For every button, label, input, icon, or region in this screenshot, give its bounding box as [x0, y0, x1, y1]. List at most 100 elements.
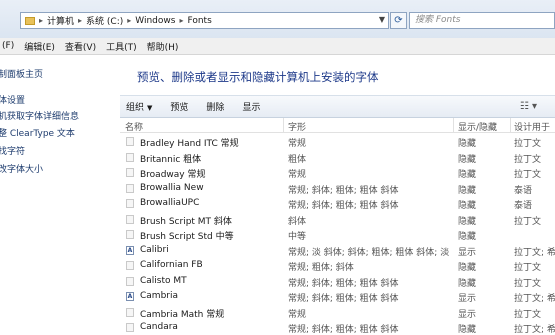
- font-row[interactable]: Cambria Math 常规 常规 显示 拉丁文: [120, 305, 555, 320]
- font-name: Calisto MT: [140, 275, 187, 286]
- font-file-icon: [126, 152, 134, 162]
- breadcrumb-system-drive[interactable]: 系统 (C:): [86, 14, 123, 27]
- font-name: Californian FB: [140, 260, 203, 270]
- font-visibility: 隐藏: [458, 232, 477, 242]
- font-row[interactable]: Bradley Hand ITC 常规 常规 隐藏 拉丁文: [120, 134, 555, 149]
- font-designed-for: 拉丁文; 希腊: [514, 247, 555, 258]
- font-style: 常规: [288, 309, 307, 320]
- nav-get-font-info[interactable]: 机获取字体详细信息: [0, 109, 79, 122]
- search-input[interactable]: 搜索 Fonts: [409, 12, 555, 29]
- truetype-font-icon: A: [126, 292, 134, 301]
- menu-view[interactable]: 查看(V): [60, 40, 101, 53]
- font-style: 常规; 淡 斜体; 斜体; 粗体; 粗体 斜体; 淡: [288, 247, 450, 258]
- truetype-font-icon: A: [126, 245, 134, 255]
- view-options-icon[interactable]: ☷ ▾: [520, 101, 537, 112]
- folder-icon: [25, 16, 35, 25]
- nav-find-character[interactable]: 找字符: [0, 144, 25, 157]
- font-designed-for: 拉丁文: [514, 154, 542, 165]
- breadcrumb-windows[interactable]: Windows: [135, 16, 175, 26]
- font-style: 中等: [288, 232, 307, 242]
- font-style: 常规: [288, 170, 307, 180]
- font-visibility: 隐藏: [458, 216, 477, 227]
- font-designed-for: 拉丁文: [514, 278, 542, 289]
- menu-tools[interactable]: 工具(T): [101, 40, 142, 53]
- chevron-right-icon[interactable]: ▸: [39, 16, 43, 25]
- font-row[interactable]: Britannic 粗体 粗体 隐藏 拉丁文: [120, 150, 555, 165]
- column-header-name[interactable]: 名称: [125, 120, 143, 133]
- font-row[interactable]: BrowalliaUPC 常规; 斜体; 粗体; 粗体 斜体 隐藏 泰语: [120, 196, 555, 211]
- column-divider[interactable]: [510, 118, 511, 132]
- page-title: 预览、删除或者显示和隐藏计算机上安装的字体: [137, 70, 379, 84]
- font-designed-for: 拉丁文; 希腊: [514, 325, 555, 335]
- chevron-right-icon[interactable]: ▸: [127, 16, 131, 25]
- column-divider[interactable]: [283, 118, 284, 132]
- font-designed-for: 拉丁文: [514, 170, 542, 180]
- organize-button[interactable]: 组织 ▼: [120, 100, 161, 113]
- nav-font-settings[interactable]: 体设置: [0, 93, 25, 106]
- font-row[interactable]: Candara 常规; 斜体; 粗体; 粗体 斜体 隐藏 拉丁文; 希腊: [120, 320, 555, 335]
- chevron-right-icon[interactable]: ▸: [179, 16, 183, 25]
- address-bar-area: ▸ 计算机 ▸ 系统 (C:) ▸ Windows ▸ Fonts ▼ ⟳ 搜索…: [0, 0, 555, 39]
- command-bar: 组织 ▼ 预览 删除 显示 ☷ ▾: [120, 95, 555, 118]
- font-row[interactable]: A Calibri 常规; 淡 斜体; 斜体; 粗体; 粗体 斜体; 淡显示 拉丁文;…: [120, 243, 555, 258]
- font-style: 常规; 斜体; 粗体; 粗体 斜体: [288, 201, 399, 211]
- font-name: Broadway 常规: [140, 170, 206, 180]
- breadcrumb-fonts[interactable]: Fonts: [187, 16, 211, 26]
- font-name: Cambria: [140, 291, 178, 301]
- font-row[interactable]: Brush Script Std 中等 中等 隐藏: [120, 227, 555, 242]
- address-bar[interactable]: ▸ 计算机 ▸ 系统 (C:) ▸ Windows ▸ Fonts ▼: [20, 12, 389, 29]
- delete-button[interactable]: 删除: [197, 100, 233, 113]
- font-file-icon: [126, 276, 134, 286]
- menu-help[interactable]: 帮助(H): [142, 40, 184, 53]
- font-name: Candara: [140, 322, 178, 332]
- font-name: Calibri: [140, 244, 169, 255]
- caret-down-icon: ▼: [147, 104, 153, 112]
- column-header-style[interactable]: 字形: [288, 120, 306, 133]
- font-name: Cambria Math 常规: [140, 309, 225, 320]
- font-row[interactable]: A Cambria 常规; 斜体; 粗体; 粗体 斜体 显示 拉丁文; 希腊: [120, 289, 555, 304]
- menu-edit[interactable]: 编辑(E): [19, 40, 60, 53]
- font-row[interactable]: Brush Script MT 斜体 斜体 隐藏 拉丁文: [120, 212, 555, 227]
- font-file-icon: [126, 307, 134, 317]
- preview-button[interactable]: 预览: [161, 100, 197, 113]
- font-row[interactable]: Broadway 常规 常规 隐藏 拉丁文: [120, 165, 555, 180]
- main-content: 预览、删除或者显示和隐藏计算机上安装的字体 组织 ▼ 预览 删除 显示 ☷ ▾ 名…: [120, 55, 555, 335]
- font-visibility: 隐藏: [458, 139, 477, 149]
- font-row[interactable]: Browallia New 常规; 斜体; 粗体; 粗体 斜体 隐藏 泰语: [120, 181, 555, 196]
- font-designed-for: 拉丁文; 希腊: [514, 294, 555, 304]
- font-file-icon: [126, 230, 134, 239]
- breadcrumb-computer[interactable]: 计算机: [47, 14, 74, 27]
- font-row[interactable]: Calisto MT 常规; 斜体; 粗体; 粗体 斜体 隐藏 拉丁文: [120, 274, 555, 289]
- font-visibility: 隐藏: [458, 325, 477, 335]
- font-row[interactable]: Californian FB 常规; 粗体; 斜体 隐藏 拉丁文: [120, 258, 555, 273]
- chevron-down-icon[interactable]: ▼: [379, 15, 385, 24]
- refresh-icon: ⟳: [394, 15, 403, 26]
- column-header-visibility[interactable]: 显示/隐藏: [458, 120, 497, 133]
- font-designed-for: 泰语: [514, 201, 533, 211]
- nav-cleartype[interactable]: 整 ClearType 文本: [0, 126, 75, 139]
- font-name: Brush Script MT 斜体: [140, 216, 232, 227]
- menu-file[interactable]: (F): [0, 41, 19, 51]
- nav-change-font-size[interactable]: 改字体大小: [0, 162, 43, 175]
- refresh-button[interactable]: ⟳: [390, 12, 407, 29]
- organize-label: 组织: [126, 103, 145, 113]
- font-designed-for: 拉丁文: [514, 263, 542, 273]
- column-headers: 名称 字形 显示/隐藏 设计用于: [120, 118, 555, 133]
- show-button[interactable]: 显示: [233, 100, 269, 113]
- font-designed-for: 拉丁文: [514, 139, 542, 149]
- nav-control-panel-home[interactable]: 制面板主页: [0, 67, 43, 80]
- font-visibility: 隐藏: [458, 154, 477, 165]
- chevron-right-icon[interactable]: ▸: [78, 16, 82, 25]
- column-header-designed-for[interactable]: 设计用于: [514, 120, 550, 133]
- font-name: BrowalliaUPC: [140, 198, 200, 208]
- column-divider[interactable]: [453, 118, 454, 132]
- font-style: 常规; 粗体; 斜体: [288, 263, 354, 273]
- font-file-icon: [126, 323, 134, 332]
- font-file-icon: [126, 214, 134, 224]
- font-designed-for: 泰语: [514, 185, 533, 196]
- font-designed-for: 拉丁文: [514, 309, 542, 320]
- font-file-icon: [126, 261, 134, 270]
- font-visibility: 隐藏: [458, 201, 477, 211]
- font-visibility: 隐藏: [458, 185, 477, 196]
- font-name: Brush Script Std 中等: [140, 232, 234, 242]
